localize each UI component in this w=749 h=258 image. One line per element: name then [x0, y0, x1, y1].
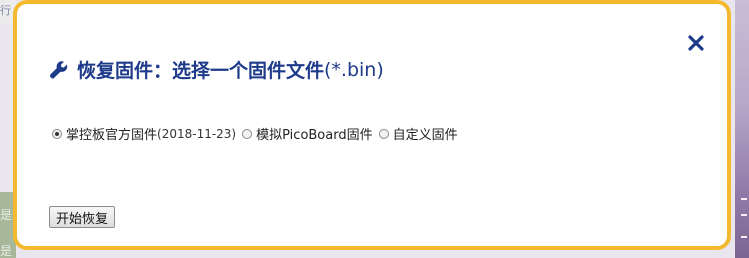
option-label: 掌控板官方固件 [66, 128, 158, 143]
start-restore-button[interactable]: 开始恢复 [49, 206, 116, 228]
background-text-fragment: 是 [0, 208, 13, 222]
dialog-title-extension: (*.bin) [324, 58, 384, 81]
background-mark [741, 198, 747, 200]
option-date: (2018-11-23) [157, 126, 237, 141]
background-text-fragment: 是 [0, 244, 13, 258]
background-text-fragment: 行 [0, 4, 11, 17]
option-picoboard-firmware[interactable]: 模拟PicoBoard固件 [242, 124, 373, 143]
option-label: 自定义固件 [392, 128, 458, 143]
radio-official-firmware[interactable] [52, 128, 62, 139]
wrench-icon [49, 60, 69, 80]
dialog-title-text: 恢复固件：选择一个固件文件 [77, 60, 325, 82]
firmware-options: 掌控板官方固件 (2018-11-23) 模拟PicoBoard固件 自定义固件 [52, 124, 464, 143]
background-fragment-right [735, 0, 749, 258]
option-official-firmware[interactable]: 掌控板官方固件 (2018-11-23) [52, 124, 236, 143]
background-mark [741, 214, 747, 216]
radio-custom-firmware[interactable] [378, 128, 389, 139]
background-mark [741, 236, 747, 238]
close-icon[interactable] [685, 32, 707, 54]
radio-picoboard-firmware[interactable] [242, 128, 253, 139]
dialog-title: 恢复固件：选择一个固件文件 (*.bin) [49, 56, 384, 83]
option-custom-firmware[interactable]: 自定义固件 [378, 124, 458, 143]
option-label: 模拟PicoBoard固件 [256, 128, 373, 143]
restore-firmware-dialog: 恢复固件：选择一个固件文件 (*.bin) 掌控板官方固件 (2018-11-2… [13, 0, 731, 250]
